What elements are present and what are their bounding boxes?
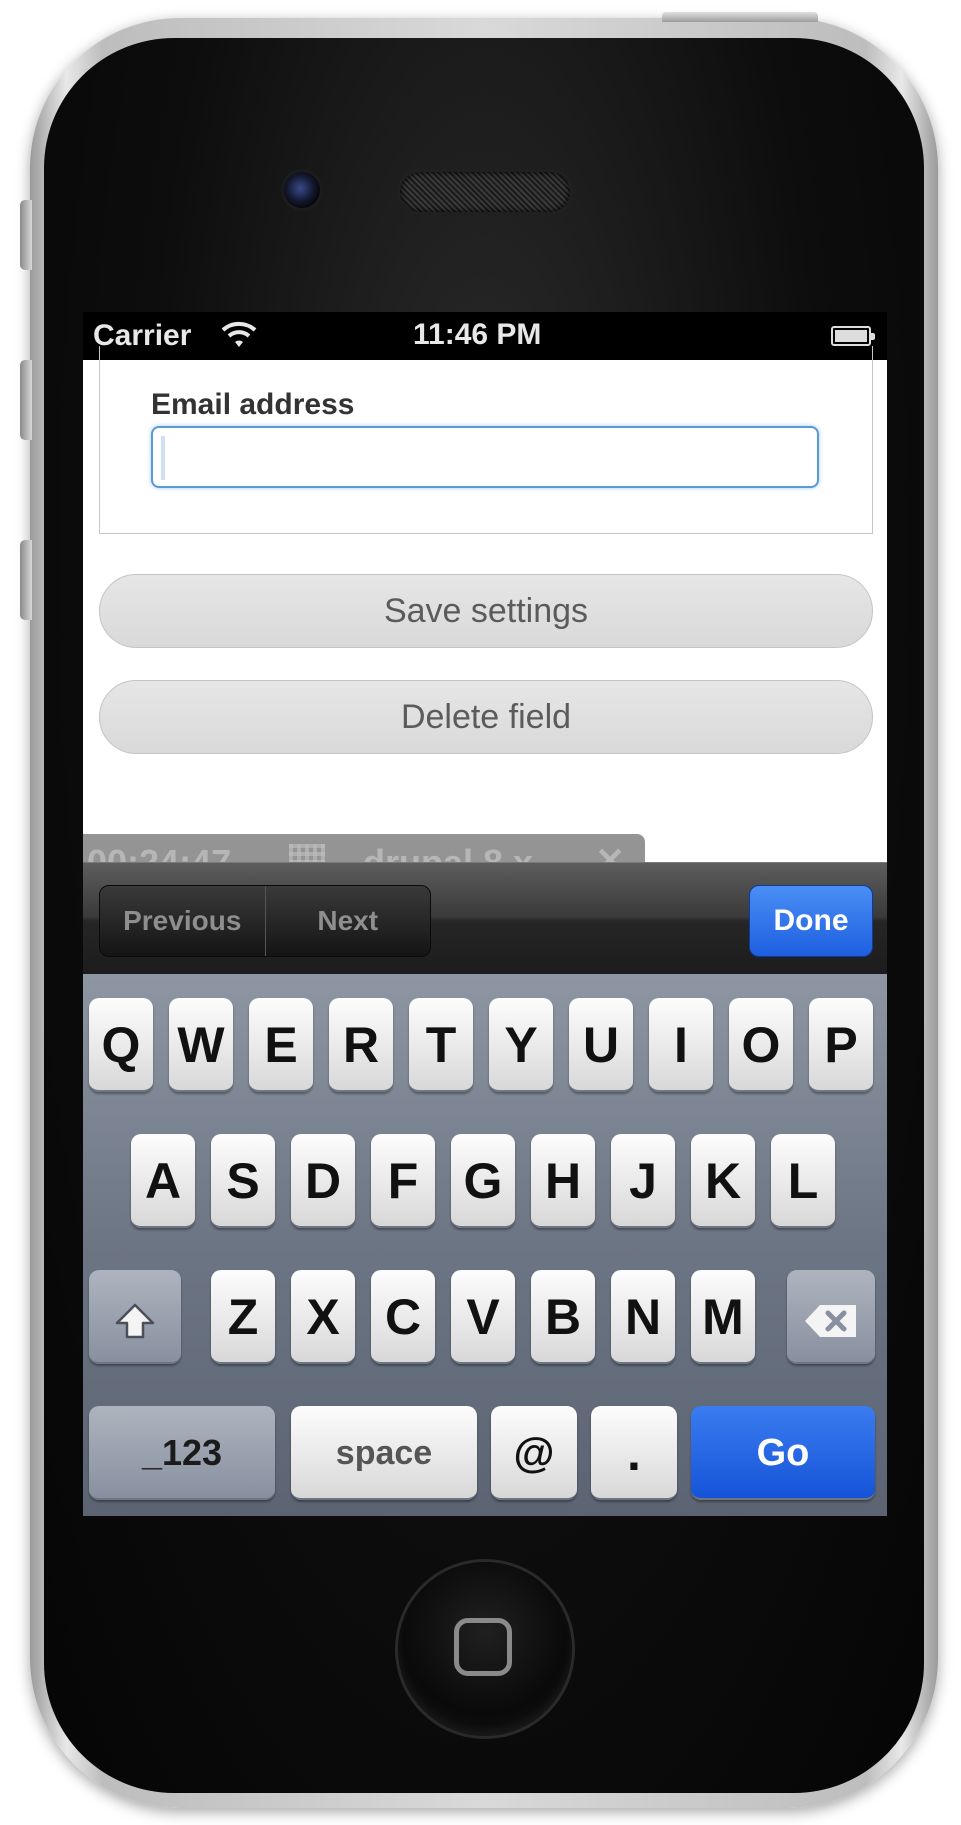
key-n[interactable]: N <box>611 1270 675 1364</box>
form-accessory-bar: Previous Next Done <box>83 862 887 975</box>
go-key[interactable]: Go <box>691 1406 875 1500</box>
key-a[interactable]: A <box>131 1134 195 1228</box>
key-s[interactable]: S <box>211 1134 275 1228</box>
backspace-icon <box>805 1304 856 1337</box>
volume-down-button <box>20 540 32 620</box>
key-b[interactable]: B <box>531 1270 595 1364</box>
key-y[interactable]: Y <box>489 998 553 1092</box>
next-button[interactable]: Next <box>266 886 431 956</box>
mute-switch <box>20 200 32 270</box>
key-u[interactable]: U <box>569 998 633 1092</box>
key-c[interactable]: C <box>371 1270 435 1364</box>
key-f[interactable]: F <box>371 1134 435 1228</box>
save-settings-button[interactable]: Save settings <box>99 574 873 648</box>
email-address-input[interactable] <box>151 426 819 488</box>
key-g[interactable]: G <box>451 1134 515 1228</box>
key-e[interactable]: E <box>249 998 313 1092</box>
delete-field-button[interactable]: Delete field <box>99 680 873 754</box>
backspace-key[interactable] <box>787 1270 875 1364</box>
key-x[interactable]: X <box>291 1270 355 1364</box>
key-z[interactable]: Z <box>211 1270 275 1364</box>
key-q[interactable]: Q <box>89 998 153 1092</box>
previous-button[interactable]: Previous <box>100 886 266 956</box>
email-address-label: Email address <box>151 388 355 421</box>
space-key[interactable]: space <box>291 1406 477 1500</box>
numbers-key[interactable]: _123 <box>89 1406 275 1500</box>
key-l[interactable]: L <box>771 1134 835 1228</box>
key-j[interactable]: J <box>611 1134 675 1228</box>
key-k[interactable]: K <box>691 1134 755 1228</box>
key-w[interactable]: W <box>169 998 233 1092</box>
home-button[interactable] <box>398 1562 572 1736</box>
key-i[interactable]: I <box>649 998 713 1092</box>
key-t[interactable]: T <box>409 998 473 1092</box>
done-button[interactable]: Done <box>749 885 873 957</box>
front-camera <box>284 172 320 208</box>
key-d[interactable]: D <box>291 1134 355 1228</box>
key-h[interactable]: H <box>531 1134 595 1228</box>
earpiece-speaker <box>400 172 570 212</box>
volume-up-button <box>20 360 32 440</box>
text-cursor <box>161 436 165 480</box>
key-p[interactable]: P <box>809 998 873 1092</box>
battery-icon <box>831 326 875 346</box>
shift-key[interactable] <box>89 1270 181 1364</box>
shift-icon <box>115 1303 155 1339</box>
sleep-button <box>662 12 818 22</box>
key-r[interactable]: R <box>329 998 393 1092</box>
key-m[interactable]: M <box>691 1270 755 1364</box>
dot-key[interactable]: . <box>591 1406 677 1500</box>
at-key[interactable]: @ <box>491 1406 577 1500</box>
key-v[interactable]: V <box>451 1270 515 1364</box>
key-o[interactable]: O <box>729 998 793 1092</box>
keyboard: Q W E R T Y U I O P A S D F G H J K L Z … <box>83 974 887 1516</box>
device-screen: Carrier 11:46 PM Email address Save sett… <box>83 312 887 1516</box>
prev-next-control: Previous Next <box>99 885 431 957</box>
